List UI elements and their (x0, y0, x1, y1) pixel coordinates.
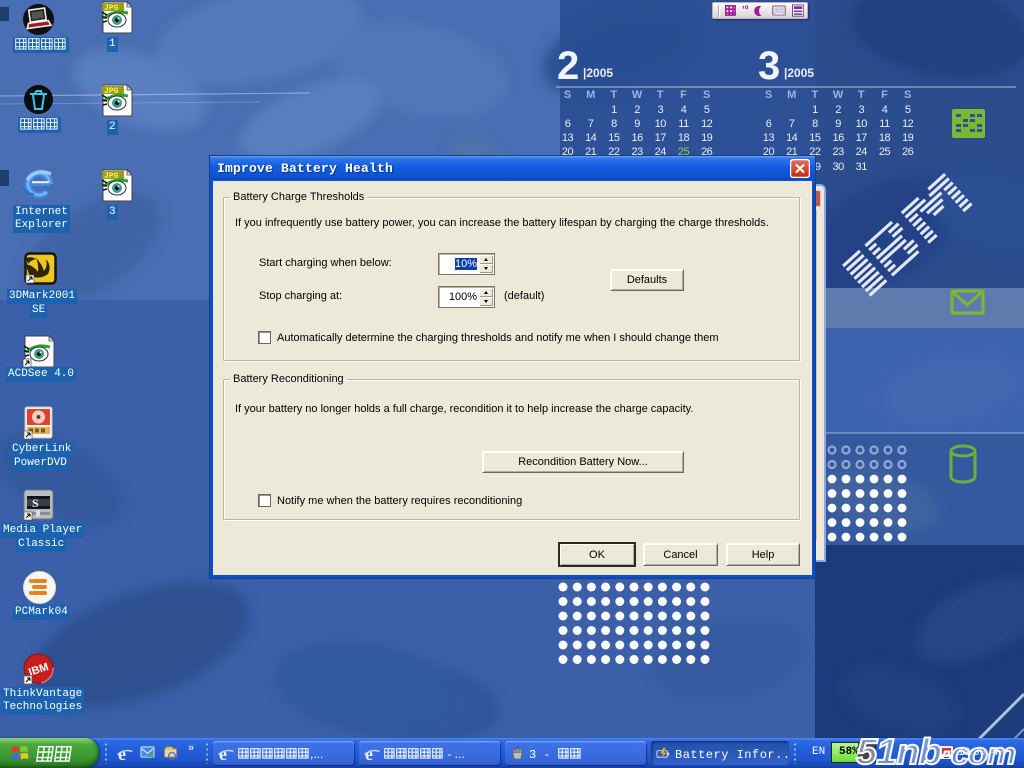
svg-text:S: S (32, 496, 39, 510)
